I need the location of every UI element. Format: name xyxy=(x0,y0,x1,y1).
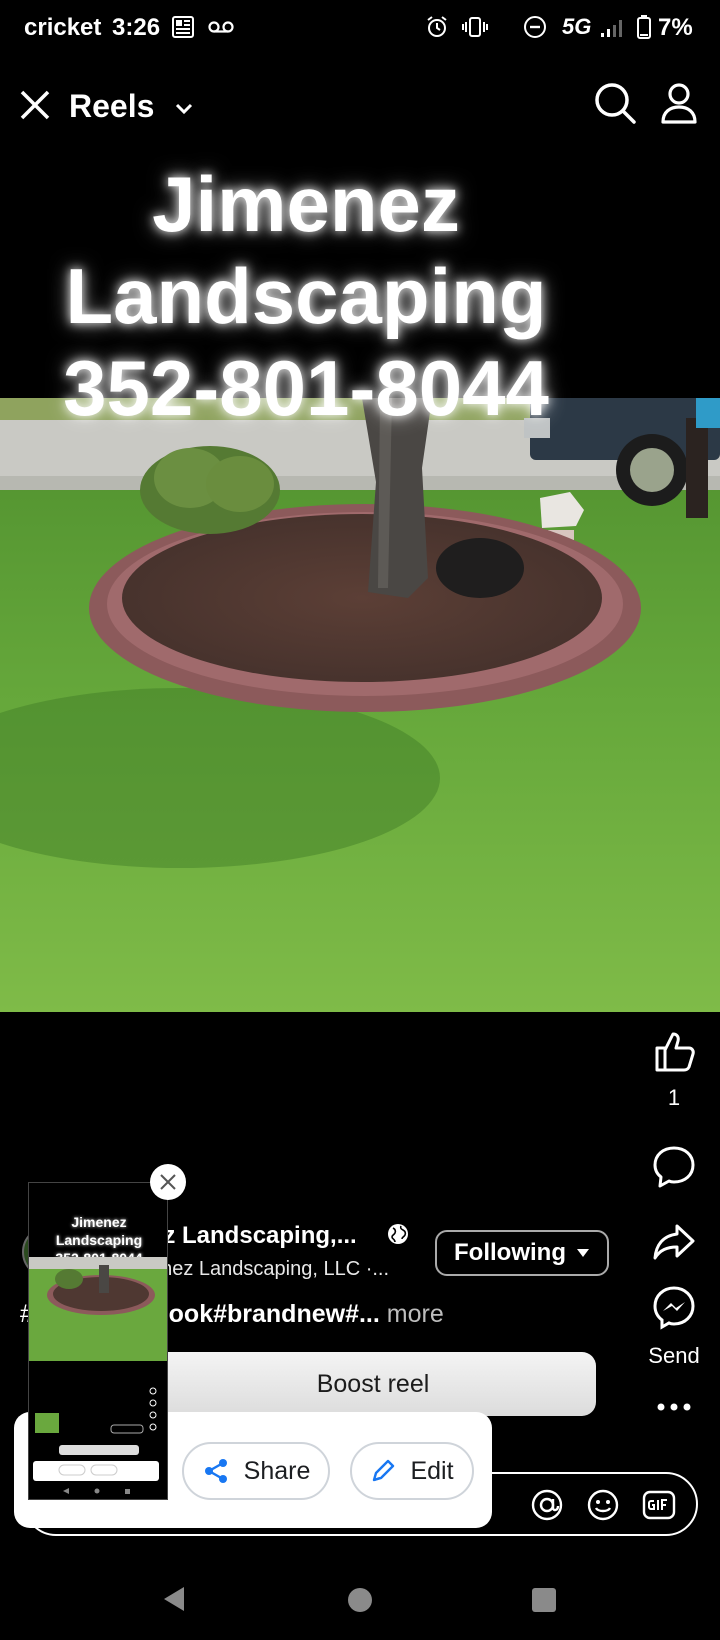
emoji-icon[interactable] xyxy=(586,1488,620,1527)
news-icon xyxy=(170,14,196,40)
thumbnail-line-2: Landscaping xyxy=(55,1232,143,1248)
video-overlay-text: Jimenez Landscaping 352-801-8044 xyxy=(0,158,612,434)
messenger-icon[interactable] xyxy=(651,1286,697,1334)
battery-percent: 7% xyxy=(658,14,693,41)
mention-icon[interactable] xyxy=(530,1488,564,1527)
globe-icon xyxy=(386,1222,412,1248)
profile-icon[interactable] xyxy=(656,80,702,126)
page-title[interactable]: Reels xyxy=(69,88,154,125)
status-bar: cricket 3:26 5G 7% xyxy=(0,0,720,56)
carrier-label: cricket xyxy=(24,14,102,41)
back-icon[interactable] xyxy=(160,1584,188,1619)
gif-icon[interactable] xyxy=(642,1488,676,1527)
share-arrow-icon[interactable] xyxy=(651,1224,697,1266)
author-subtitle: enez Landscaping, LLC ·... xyxy=(150,1258,390,1280)
vibrate-icon xyxy=(462,14,488,40)
share-label: Share xyxy=(243,1456,311,1485)
boost-reel-button[interactable]: Boost reel xyxy=(150,1352,596,1416)
screenshot-thumbnail[interactable]: Jimenez Landscaping 352-801-8044 xyxy=(28,1182,168,1500)
following-label: Following xyxy=(454,1239,566,1266)
home-icon[interactable] xyxy=(346,1586,374,1619)
boost-label: Boost reel xyxy=(316,1369,430,1398)
send-action[interactable]: Send xyxy=(636,1284,712,1369)
voicemail-icon xyxy=(208,14,234,40)
comment-icon[interactable] xyxy=(651,1146,697,1194)
network-type: 5G xyxy=(562,14,592,39)
thumbs-up-icon[interactable] xyxy=(651,1032,697,1078)
like-action[interactable]: 1 xyxy=(636,1028,712,1111)
navigation-bar xyxy=(0,1574,720,1634)
overlay-line-2: Landscaping xyxy=(65,252,547,340)
clock: 3:26 xyxy=(112,14,161,41)
edit-button[interactable]: Edit xyxy=(350,1442,474,1500)
caret-down-icon xyxy=(576,1249,589,1257)
search-icon[interactable] xyxy=(592,80,638,126)
send-label: Send xyxy=(648,1343,700,1368)
thumbnail-ui-preview xyxy=(29,1361,167,1499)
edit-label: Edit xyxy=(410,1456,454,1485)
reel-video[interactable] xyxy=(0,398,720,1012)
reels-header: Reels xyxy=(0,76,720,136)
dnd-icon xyxy=(522,14,548,40)
close-thumbnail-button[interactable] xyxy=(150,1164,186,1200)
thumbnail-image xyxy=(29,1257,167,1361)
alarm-icon xyxy=(424,14,450,40)
author-name[interactable]: ez Landscaping,... xyxy=(150,1222,357,1250)
share-action[interactable] xyxy=(636,1222,712,1267)
share-button[interactable]: Share xyxy=(182,1442,330,1500)
overlay-line-1: Jimenez xyxy=(152,160,460,248)
more-options-icon[interactable] xyxy=(636,1400,712,1419)
like-count: 1 xyxy=(667,1085,681,1110)
share-nodes-icon xyxy=(204,1459,227,1483)
overlay-line-3: 352-801-8044 xyxy=(63,344,549,432)
recents-icon[interactable] xyxy=(530,1586,558,1619)
more-link[interactable]: more xyxy=(387,1300,444,1328)
close-icon[interactable] xyxy=(16,86,54,124)
pencil-icon xyxy=(373,1459,395,1482)
battery-icon xyxy=(634,14,654,40)
thumbnail-line-1: Jimenez xyxy=(71,1214,127,1230)
close-icon xyxy=(160,1174,176,1190)
signal-icon xyxy=(598,14,628,40)
following-button[interactable]: Following xyxy=(435,1230,609,1276)
comment-action[interactable] xyxy=(636,1144,712,1195)
chevron-down-icon[interactable] xyxy=(172,96,196,120)
